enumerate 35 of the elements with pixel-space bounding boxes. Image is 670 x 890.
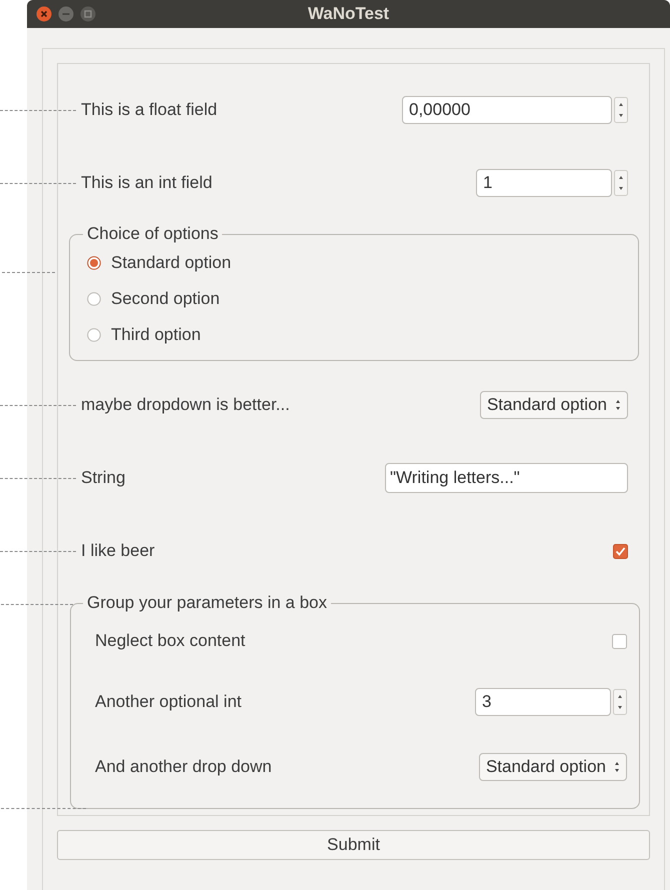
radio-button[interactable] [87, 256, 101, 270]
spinner-arrows-icon[interactable] [614, 170, 628, 196]
field-label: String [81, 467, 126, 490]
number-field[interactable]: 1 [476, 169, 612, 197]
checkbox[interactable] [613, 544, 628, 558]
checkbox[interactable] [612, 634, 627, 648]
group-title: Group your parameters in a box [83, 593, 332, 613]
leader-line [1, 604, 73, 605]
text-field[interactable]: "Writing letters..." [385, 463, 628, 493]
close-icon[interactable] [36, 6, 52, 22]
field-label: This is an int field [81, 172, 212, 194]
dropdown[interactable]: Standard option [478, 753, 627, 781]
number-field[interactable]: 0,00000 [402, 96, 612, 124]
dropdown[interactable]: Standard option [480, 391, 628, 419]
radio-button[interactable] [87, 328, 101, 342]
option-label: Standard option [111, 252, 232, 274]
radio-button[interactable] [87, 292, 101, 306]
maximize-icon[interactable] [80, 6, 96, 22]
field-label: Another optional int [95, 691, 242, 714]
option-label: Third option [111, 324, 201, 346]
field-label: maybe dropdown is better... [81, 394, 290, 416]
field-label: Neglect box content [95, 630, 246, 652]
field-label: And another drop down [95, 756, 272, 778]
updown-icon [615, 398, 621, 412]
spinner-arrows-icon[interactable] [613, 689, 627, 715]
number-field[interactable]: 3 [475, 688, 611, 716]
leader-line [2, 272, 55, 273]
field-label: This is a float field [81, 99, 218, 122]
submit-button[interactable]: Submit [57, 830, 650, 860]
option-label: Second option [111, 288, 220, 310]
field-label: I like beer [81, 540, 155, 562]
updown-icon [614, 760, 620, 774]
spinner-arrows-icon[interactable] [614, 97, 628, 123]
group-title: Choice of options [83, 224, 222, 244]
window-title: WaNoTest [308, 3, 390, 26]
